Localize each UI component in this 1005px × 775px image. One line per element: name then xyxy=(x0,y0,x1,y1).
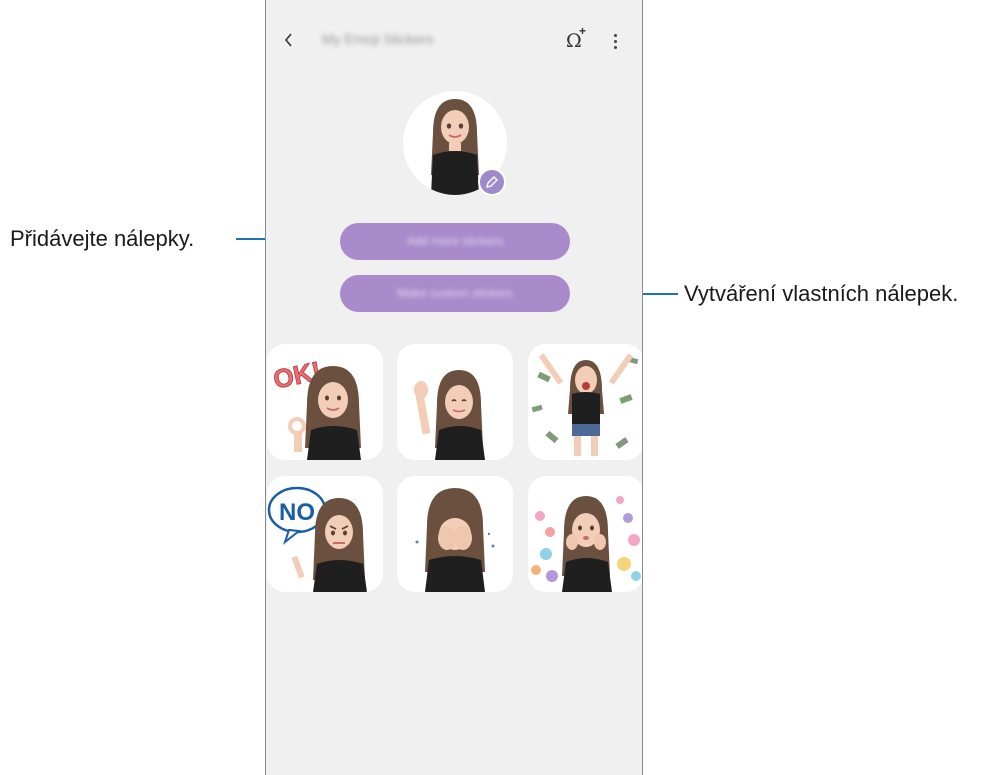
sticker-ok[interactable]: OK! xyxy=(267,344,383,460)
add-avatar-button[interactable]: Ω + xyxy=(562,24,592,54)
sticker-wave[interactable] xyxy=(397,344,513,460)
edit-avatar-button[interactable] xyxy=(478,168,506,196)
sticker-money-rain[interactable] xyxy=(528,344,642,460)
add-more-stickers-button[interactable]: Add more stickers xyxy=(340,223,570,260)
page-title: My Emoji Stickers xyxy=(322,31,434,47)
make-custom-stickers-button[interactable]: Make custom stickers xyxy=(340,275,570,312)
sticker-no[interactable]: NO xyxy=(267,476,383,592)
phone-screen: My Emoji Stickers Ω + Add more stickers xyxy=(265,0,643,775)
app-bar: My Emoji Stickers Ω + xyxy=(266,22,642,58)
sticker-hearts[interactable] xyxy=(528,476,642,592)
chevron-left-icon xyxy=(284,33,292,47)
pencil-icon xyxy=(486,176,498,188)
back-button[interactable] xyxy=(276,26,302,54)
callout-add-stickers-label: Přidávejte nálepky. xyxy=(10,226,195,251)
callout-custom-stickers-label: Vytváření vlastních nálepek. xyxy=(684,281,959,306)
sticker-facepalm[interactable] xyxy=(397,476,513,592)
svg-text:NO: NO xyxy=(279,499,315,526)
more-options-button[interactable] xyxy=(606,26,626,54)
